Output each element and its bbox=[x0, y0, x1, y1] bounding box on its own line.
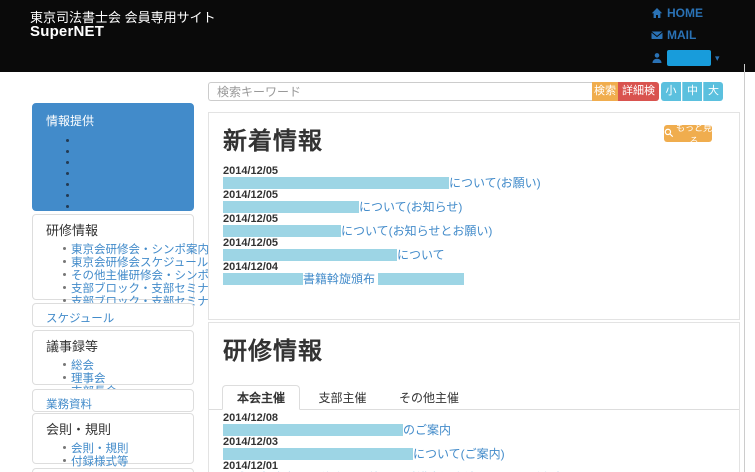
news-line: について(お知らせ) bbox=[223, 201, 729, 213]
advanced-search-button[interactable]: 詳細検索 bbox=[618, 82, 659, 116]
news-line: について(ご案内) bbox=[223, 448, 729, 460]
sidebar-section-gyomu-shiryo: 業務資料 bbox=[32, 389, 194, 412]
sidebar-kenshu-links: 東京会研修会・シンポ案内 東京会研修会スケジュール その他主催研修会・シンポ案内… bbox=[33, 242, 243, 308]
font-size-medium-button[interactable]: 中 bbox=[682, 82, 702, 101]
sidebar-item-gyomu-shiryo[interactable]: 業務資料 bbox=[46, 399, 92, 411]
tab-shibu-shusai[interactable]: 支部主催 bbox=[304, 386, 380, 411]
redacted-text bbox=[223, 201, 359, 213]
redacted-text bbox=[223, 225, 341, 237]
news-item: 2014/12/03 について(ご案内) bbox=[223, 436, 729, 460]
nav-home-link[interactable]: HOME bbox=[651, 6, 703, 20]
list-item: その他主催研修会・シンポ案内 bbox=[63, 268, 232, 282]
news-item: 2014/12/05 について(お知らせとお願い) bbox=[223, 213, 729, 237]
news-link[interactable]: 書籍斡旋頒布 bbox=[223, 272, 465, 286]
news-link[interactable]: について(お知らせ) bbox=[223, 200, 462, 214]
search-input[interactable] bbox=[208, 82, 592, 101]
sidebar-item-schedule[interactable]: スケジュール bbox=[46, 313, 114, 325]
font-size-large-button[interactable]: 大 bbox=[703, 82, 723, 101]
sidebar-title-kenshu: 研修情報 bbox=[46, 223, 99, 238]
redacted-text bbox=[223, 424, 403, 436]
whats-new-panel: 新着情報 もっと見る 2014/12/05 について(お願い) 2014/12/… bbox=[208, 112, 740, 320]
home-icon bbox=[651, 7, 663, 19]
list-item: 東京会研修会スケジュール bbox=[63, 255, 208, 269]
username-redacted bbox=[667, 50, 711, 66]
training-tabs: 本会主催 支部主催 その他主催 bbox=[209, 385, 739, 410]
list-item: 支部ブロック・支部セミナー案内 bbox=[63, 281, 243, 295]
news-item: 2014/12/01 平成26年度冬期研修会の開催及び受講申込方法について(ご案… bbox=[223, 460, 729, 472]
redacted-list-item[interactable] bbox=[66, 190, 193, 201]
list-item: 東京会研修会・シンポ案内 bbox=[63, 242, 209, 256]
mail-icon bbox=[651, 29, 663, 41]
news-line: のご案内 bbox=[223, 424, 729, 436]
news-item: 2014/12/05 について bbox=[223, 237, 729, 261]
chevron-down-icon: ▾ bbox=[715, 53, 720, 63]
sidebar-section-schedule: スケジュール bbox=[32, 303, 194, 327]
search-icon bbox=[664, 128, 674, 140]
list-item: 付録様式等 bbox=[63, 454, 193, 468]
search-button[interactable]: 検索 bbox=[592, 82, 618, 101]
news-item: 2014/12/04 書籍斡旋頒布 bbox=[223, 261, 729, 285]
news-item: 2014/12/05 について(お知らせ) bbox=[223, 189, 729, 213]
list-item: 会則・規則 bbox=[63, 441, 193, 455]
tab-sonota-shusai[interactable]: その他主催 bbox=[385, 386, 473, 411]
site-name: SuperNET bbox=[30, 23, 105, 40]
more-button-label: もっと見る bbox=[676, 122, 713, 146]
redacted-text bbox=[378, 273, 465, 285]
news-link[interactable]: について(ご案内) bbox=[223, 447, 505, 461]
training-info-panel: 研修情報 本会主催 支部主催 その他主催 2014/12/08 のご案内 201… bbox=[208, 322, 740, 472]
more-button[interactable]: もっと見る bbox=[664, 123, 712, 146]
redacted-text bbox=[223, 448, 413, 460]
nav-home-label: HOME bbox=[667, 6, 703, 20]
nav-mail-label: MAIL bbox=[667, 28, 697, 42]
sidebar-section-kaisoku: 会則・規則 会則・規則 付録様式等 過去の会則・規則等 bbox=[32, 413, 194, 472]
news-link[interactable]: について(お願い) bbox=[223, 176, 541, 190]
tab-honkai-shusai[interactable]: 本会主催 bbox=[222, 385, 301, 410]
sidebar-title-joho-teikyo: 情報提供 bbox=[46, 114, 95, 128]
user-menu[interactable]: ▾ bbox=[651, 50, 720, 66]
page-edge-line bbox=[744, 64, 745, 472]
news-line: について bbox=[223, 249, 729, 261]
training-info-title: 研修情報 bbox=[223, 338, 323, 365]
news-line: 書籍斡旋頒布 bbox=[223, 273, 729, 285]
redacted-list-item[interactable] bbox=[66, 146, 193, 157]
sidebar-section-clipped bbox=[32, 468, 194, 472]
sidebar-section-kenshu: 研修情報 東京会研修会・シンポ案内 東京会研修会スケジュール その他主催研修会・… bbox=[32, 214, 243, 308]
news-link[interactable]: について(お知らせとお願い) bbox=[223, 224, 492, 238]
whats-new-title: 新着情報 bbox=[223, 128, 323, 155]
redacted-link-list bbox=[33, 135, 193, 212]
sidebar-section-gijiroku: 議事録等 総会 理事会 支部長会 bbox=[32, 330, 194, 398]
list-item: 総会 bbox=[63, 358, 193, 372]
news-item: 2014/12/05 について(お願い) bbox=[223, 165, 729, 189]
app-header: 東京司法書士会 会員専用サイト SuperNET HOME MAIL ▾ bbox=[0, 0, 755, 72]
news-line: について(お願い) bbox=[223, 177, 729, 189]
redacted-text bbox=[223, 273, 303, 285]
news-link[interactable]: のご案内 bbox=[223, 423, 451, 437]
training-news-list: 2014/12/08 のご案内 2014/12/03 について(ご案内) 201… bbox=[223, 412, 729, 472]
sidebar-section-joho-teikyo: 情報提供 bbox=[32, 103, 194, 211]
redacted-list-item[interactable] bbox=[66, 135, 193, 146]
redacted-list-item[interactable] bbox=[66, 168, 193, 179]
redacted-list-item[interactable] bbox=[66, 201, 193, 212]
user-icon bbox=[651, 52, 663, 64]
news-link[interactable]: について bbox=[223, 248, 445, 262]
nav-mail-link[interactable]: MAIL bbox=[651, 28, 696, 42]
redacted-text bbox=[223, 177, 449, 189]
redacted-list-item[interactable] bbox=[66, 157, 193, 168]
page: 東京司法書士会 会員専用サイト SuperNET HOME MAIL ▾ 検索 … bbox=[0, 0, 755, 472]
redacted-text bbox=[223, 249, 397, 261]
redacted-list-item[interactable] bbox=[66, 179, 193, 190]
list-item: 理事会 bbox=[63, 371, 193, 385]
sidebar-title-kaisoku: 会則・規則 bbox=[46, 422, 112, 437]
font-size-small-button[interactable]: 小 bbox=[661, 82, 681, 101]
news-item: 2014/12/08 のご案内 bbox=[223, 412, 729, 436]
whats-new-list: 2014/12/05 について(お願い) 2014/12/05 について(お知ら… bbox=[223, 165, 729, 285]
news-line: について(お知らせとお願い) bbox=[223, 225, 729, 237]
sidebar-title-gijiroku: 議事録等 bbox=[46, 339, 99, 354]
